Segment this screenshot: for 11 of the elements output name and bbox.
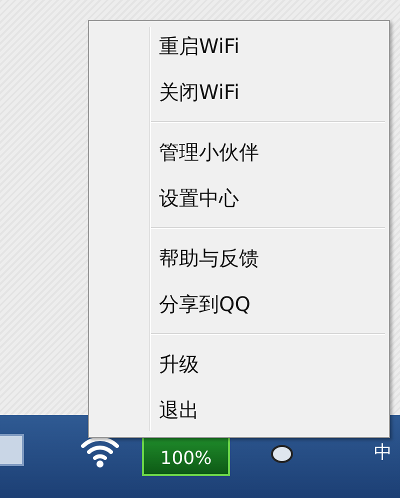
menu-item[interactable]: 升级 (89, 341, 389, 387)
menu-item[interactable]: 设置中心 (89, 175, 389, 221)
menu-item[interactable]: 分享到QQ (89, 281, 389, 327)
menu-item[interactable]: 退出 (89, 387, 389, 433)
menu-item[interactable]: 关闭WiFi (89, 69, 389, 115)
menu-item[interactable]: 重启WiFi (89, 23, 389, 69)
menu-item[interactable]: 帮助与反馈 (89, 235, 389, 281)
battery-badge[interactable]: 100% (142, 436, 230, 476)
tray-icon[interactable] (270, 444, 294, 464)
menu-item[interactable]: 管理小伙伴 (89, 129, 389, 175)
input-method-indicator[interactable]: 中 (374, 440, 392, 464)
